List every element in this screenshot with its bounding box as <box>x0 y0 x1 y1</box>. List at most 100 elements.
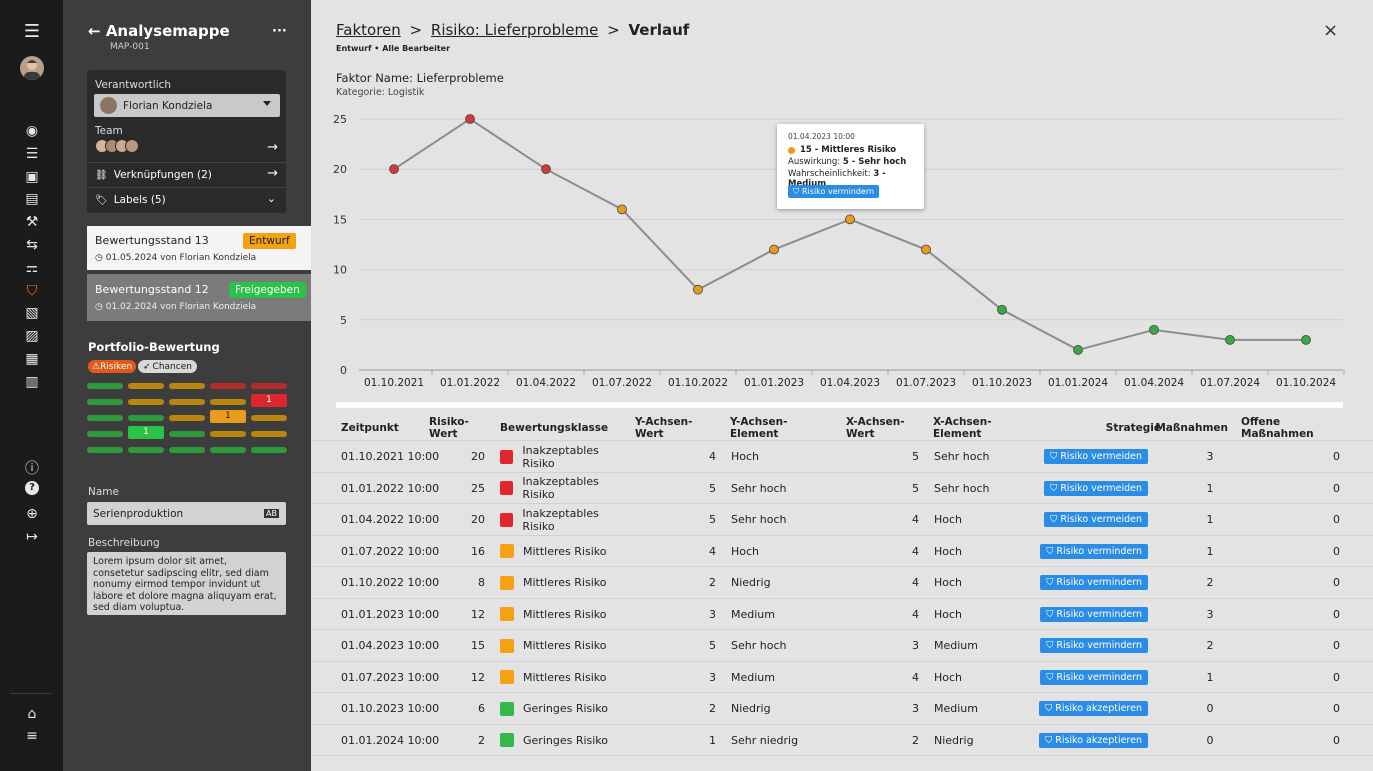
strategy-badge[interactable]: ⛉ Risiko vermindern <box>1040 575 1148 590</box>
dashboard-icon[interactable]: ◉ <box>21 120 43 142</box>
heatmap-cell[interactable] <box>210 383 246 389</box>
column-header[interactable]: Maßnahmen <box>1155 414 1228 441</box>
links-arrow-icon[interactable]: → <box>267 166 278 181</box>
strategy-badge[interactable]: ⛉ Risiko vermeiden <box>1044 449 1148 464</box>
responsible-avatar <box>100 97 117 114</box>
heatmap-cell[interactable] <box>169 415 205 421</box>
strategy-badge[interactable]: ⛉ Risiko vermeiden <box>1044 480 1148 496</box>
heatmap-cell[interactable] <box>87 447 123 453</box>
tooltip-strategy-button[interactable]: ⛉ Risiko vermindern <box>788 185 880 198</box>
org-chart-icon[interactable]: ⚎ <box>21 257 43 279</box>
heatmap-cell[interactable] <box>210 447 246 453</box>
shield-check-icon[interactable]: ▤ <box>21 188 43 210</box>
back-arrow-icon[interactable]: ← <box>88 22 101 40</box>
menu-icon[interactable]: ☰ <box>21 21 43 43</box>
heatmap-cell[interactable] <box>169 431 205 437</box>
table-row[interactable]: 01.01.2024 10:00 2 Geringes Risiko 1 Sehr ni… <box>311 725 1373 756</box>
labels-row[interactable]: 🏷 Labels (5) <box>95 194 166 206</box>
heatmap-cell[interactable] <box>169 447 205 453</box>
factory-icon[interactable]: ⌂ <box>21 703 43 725</box>
team-arrow-icon[interactable]: → <box>267 140 278 155</box>
heatmap-cell[interactable]: 1 <box>128 426 164 439</box>
strategy-badge[interactable]: ⛉ Risiko vermindern <box>1040 638 1148 653</box>
heatmap-cell[interactable] <box>251 415 287 421</box>
data-point <box>541 164 551 175</box>
column-header[interactable]: Y-Achsen-Element <box>730 414 830 441</box>
tab-chances[interactable]: ➶ Chancen <box>138 360 197 373</box>
checklist-icon[interactable]: ☰ <box>21 143 43 165</box>
logout-icon[interactable]: ↦ <box>21 526 43 548</box>
name-field[interactable]: Serienproduktion AB <box>87 502 286 525</box>
table-row[interactable]: 01.07.2022 10:00 16 Mittleres Risiko 4 Hoch 4… <box>311 536 1373 567</box>
globe-icon[interactable]: ⊕ <box>21 503 43 525</box>
heatmap-cell[interactable] <box>128 399 164 405</box>
wrench-icon[interactable]: ⚒ <box>21 211 43 233</box>
more-icon[interactable]: ··· <box>272 24 287 39</box>
heatmap-cell[interactable] <box>87 399 123 405</box>
transfer-icon[interactable]: ⇆ <box>21 234 43 256</box>
responsible-select[interactable]: Florian Kondziela <box>94 94 280 117</box>
strategy-badge[interactable]: ⛉ Risiko vermindern <box>1040 606 1148 622</box>
table-row[interactable]: 01.01.2022 10:00 25 Inakzeptables Risiko 5 S… <box>311 473 1373 504</box>
resize-handle[interactable] <box>336 402 1343 408</box>
icon-rail: ☰ ◉ ☰ ▣ ▤ ⚒ ⇆ ⚎ ⛉ ▧ ▨ ▦ ▥ ⓘ? ⊕ ↦ ⌂ ≡ <box>0 0 63 771</box>
table-row[interactable]: 01.04.2023 10:00 15 Mittleres Risiko 5 Sehr … <box>311 630 1373 662</box>
team-avatars[interactable] <box>95 139 165 153</box>
column-header[interactable]: Y-Achsen-Wert <box>635 414 715 441</box>
strategy-badge[interactable]: ⛉ Risiko akzeptieren <box>1039 732 1148 748</box>
crumb-risk[interactable]: Risiko: Lieferprobleme <box>431 21 598 39</box>
column-header[interactable]: Risiko-Wert <box>429 414 485 441</box>
table-icon[interactable]: ▦ <box>21 348 43 370</box>
document-check-icon[interactable]: ▧ <box>21 302 43 324</box>
version-item[interactable]: Bewertungsstand 13 Entwurf ◷ 01.05.2024 … <box>87 226 311 270</box>
database-icon[interactable]: ≡ <box>21 725 43 747</box>
clipboard-icon[interactable]: ▣ <box>21 166 43 188</box>
heatmap-cell[interactable]: 1 <box>251 394 287 407</box>
info-icon[interactable]: ⓘ <box>21 458 43 480</box>
column-header[interactable]: X-Achsen-Wert <box>846 414 920 441</box>
desc-field[interactable]: Lorem ipsum dolor sit amet, consetetur s… <box>87 552 286 615</box>
document-list-icon[interactable]: ▨ <box>21 325 43 347</box>
column-header[interactable]: Bewertungsklasse <box>500 414 630 441</box>
links-row[interactable]: ⛓ Verknüpfungen (2) <box>95 169 212 181</box>
help-icon[interactable]: ? <box>25 480 39 495</box>
heatmap-cell[interactable] <box>169 383 205 389</box>
strategy-badge[interactable]: ⛉ Risiko vermeiden <box>1044 512 1148 527</box>
close-icon[interactable]: × <box>1323 20 1338 41</box>
column-header[interactable]: Offene Maßnahmen <box>1241 414 1340 441</box>
strategy-badge[interactable]: ⛉ Risiko vermindern <box>1040 543 1148 559</box>
table-row[interactable]: 01.10.2022 10:00 8 Mittleres Risiko 2 Niedri… <box>311 567 1373 599</box>
heatmap-cell[interactable] <box>87 383 123 389</box>
heatmap-cell[interactable] <box>87 415 123 421</box>
labels-chevron-icon[interactable]: ⌄ <box>267 192 276 205</box>
heatmap-cell[interactable]: 1 <box>210 410 246 423</box>
table-row[interactable]: 01.07.2023 10:00 12 Mittleres Risiko 3 Mediu… <box>311 662 1373 693</box>
version-item[interactable]: Bewertungsstand 12 Freigegeben ◷ 01.02.2… <box>87 274 311 321</box>
heatmap-cell[interactable] <box>87 431 123 437</box>
avatar[interactable] <box>20 56 44 80</box>
table-row[interactable]: 01.04.2022 10:00 20 Inakzeptables Risiko 5 S… <box>311 504 1373 536</box>
column-header[interactable]: X-Achsen-Element <box>933 414 1033 441</box>
heatmap-cell[interactable] <box>210 431 246 437</box>
heatmap-cell[interactable] <box>128 415 164 421</box>
column-header[interactable]: Strategie <box>1051 414 1161 441</box>
heatmap-cell[interactable] <box>210 399 246 405</box>
heatmap-cell[interactable] <box>251 383 287 389</box>
risk-shield-icon[interactable]: ⛉ <box>21 280 43 302</box>
heatmap-cell[interactable] <box>128 447 164 453</box>
strategy-badge[interactable]: ⛉ Risiko vermindern <box>1040 669 1148 685</box>
table-row[interactable]: 01.10.2023 10:00 6 Geringes Risiko 2 Niedrig… <box>311 693 1373 725</box>
heatmap-cell[interactable] <box>128 383 164 389</box>
crumb-factors[interactable]: Faktoren <box>336 21 401 39</box>
table-row[interactable]: 01.01.2023 10:00 12 Mittleres Risiko 3 Mediu… <box>311 599 1373 630</box>
heatmap-cell[interactable] <box>169 399 205 405</box>
chevron-down-icon[interactable] <box>263 101 271 106</box>
strategy-badge[interactable]: ⛉ Risiko akzeptieren <box>1039 701 1148 716</box>
table-row[interactable]: 01.10.2021 10:00 20 Inakzeptables Risiko 4 H… <box>311 441 1373 473</box>
back-button[interactable]: ← Analysemappe <box>88 22 230 40</box>
library-icon[interactable]: ▥ <box>21 371 43 393</box>
strategy-cell: ⛉ Risiko vermindern <box>1016 662 1148 693</box>
heatmap-cell[interactable] <box>251 431 287 437</box>
tab-risks[interactable]: ⚠ Risiken <box>88 360 137 373</box>
heatmap-cell[interactable] <box>251 447 287 453</box>
